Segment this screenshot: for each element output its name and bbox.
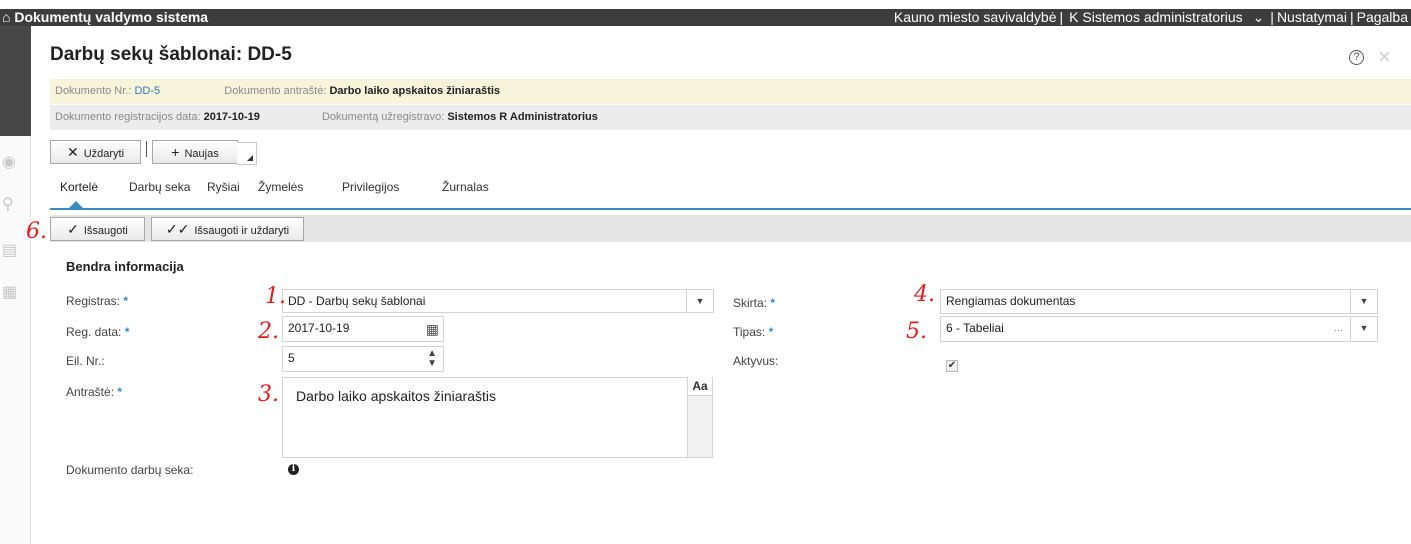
required-mark: * <box>768 325 774 339</box>
double-check-icon: ✓✓ <box>165 221 190 237</box>
save-button[interactable]: ✓ Išsaugoti <box>50 217 145 241</box>
tab-zymeles[interactable]: Žymelės <box>258 180 303 208</box>
registered-by-label: Dokumentą užregistravo: <box>321 111 445 123</box>
required-mark: * <box>124 325 130 339</box>
section-title: Bendra informacija <box>66 259 184 274</box>
help-icon[interactable]: ? <box>1349 50 1364 65</box>
document-icon[interactable]: ▤ <box>2 240 17 260</box>
skirta-label: Skirta: * <box>733 296 776 310</box>
registered-by-value: Sistemos R Administratorius <box>447 111 598 123</box>
tipas-label: Tipas: * <box>733 325 774 339</box>
tab-darbu-seka[interactable]: Darbų seka <box>129 180 190 208</box>
new-button[interactable]: + Naujas <box>152 140 238 164</box>
left-rail: ◉ ⚲ ▤ ▦ <box>0 26 31 544</box>
tab-bar: Kortelė Darbų seka Ryšiai Žymelės Privil… <box>50 180 1411 210</box>
antraste-textarea[interactable]: Darbo laiko apskaitos žiniaraštis <box>282 377 713 458</box>
required-mark: * <box>770 296 776 310</box>
antraste-value: Darbo laiko apskaitos žiniaraštis <box>296 388 496 404</box>
reg-date-input-value: 2017-10-19 <box>288 321 350 335</box>
top-bar-menu: Kauno miesto savivaldybė | K Sistemos admi… <box>891 9 1411 26</box>
tab-underline <box>50 208 1411 210</box>
tab-zurnalas[interactable]: Žurnalas <box>442 180 489 208</box>
reg-data-label: Reg. data: * <box>66 325 130 339</box>
save-and-close-label: Išsaugoti ir uždaryti <box>194 225 290 237</box>
text-format-panel: Aa <box>687 377 712 457</box>
annotation-5: 5. <box>906 319 927 344</box>
tipas-lookup-button[interactable]: ... <box>1334 317 1343 339</box>
tipas-select[interactable]: 6 - Tabeliai ... ▼ <box>940 316 1378 342</box>
close-x-icon: ✕ <box>66 144 79 160</box>
chevron-down-icon[interactable]: ▼ <box>686 290 713 312</box>
toolbar-separator <box>146 141 147 157</box>
top-bar: ⌂ Dokumentų valdymo sistema Kauno miesto… <box>0 9 1411 26</box>
eil-nr-value: 5 <box>288 351 295 365</box>
dashboard-icon[interactable]: ◉ <box>2 152 16 172</box>
report-icon[interactable]: ▦ <box>2 282 17 302</box>
new-dropdown-toggle[interactable] <box>237 142 257 165</box>
check-icon: ✓ <box>67 221 79 237</box>
spinner-icon[interactable]: ▲ ▼ <box>427 347 437 369</box>
home-icon: ⌂ <box>2 9 11 25</box>
registras-value: DD - Darbų sekų šablonai <box>288 294 426 308</box>
antraste-label: Antraštė: * <box>66 385 123 399</box>
app-brand[interactable]: ⌂ Dokumentų valdymo sistema <box>2 9 208 26</box>
tab-rysiai[interactable]: Ryšiai <box>207 180 240 208</box>
tab-privilegijos[interactable]: Privilegijos <box>342 180 399 208</box>
doc-heading-value: Darbo laiko apskaitos žiniaraštis <box>329 85 501 97</box>
annotation-1: 1. <box>265 284 286 309</box>
new-button-label: Naujas <box>184 148 219 160</box>
skirta-select[interactable]: Rengiamas dokumentas ▼ <box>940 289 1378 314</box>
tipas-value: 6 - Tabeliai <box>946 321 1004 335</box>
save-and-close-button[interactable]: ✓✓ Išsaugoti ir uždaryti <box>151 217 304 241</box>
registras-select[interactable]: DD - Darbų sekų šablonai ▼ <box>282 289 714 313</box>
annotation-2: 2. <box>258 319 279 344</box>
search-icon[interactable]: ⚲ <box>2 194 14 214</box>
help-link[interactable]: Pagalba <box>1354 9 1411 25</box>
annotation-4: 4. <box>914 282 935 307</box>
user-menu[interactable]: K Sistemos administratorius ⌄ <box>1063 9 1270 25</box>
reg-date-value: 2017-10-19 <box>203 111 260 123</box>
calendar-icon[interactable]: ▦ <box>426 318 439 340</box>
doc-number-link[interactable]: DD-5 <box>134 85 160 97</box>
required-mark: * <box>117 385 123 399</box>
skirta-value: Rengiamas dokumentas <box>946 294 1076 308</box>
annotation-3: 3. <box>258 382 279 407</box>
registration-info-bar: Dokumento registracijos data: 2017-10-19… <box>50 105 1411 130</box>
reg-date-label: Dokumento registracijos data: <box>55 111 201 123</box>
close-icon[interactable]: × <box>1378 44 1391 70</box>
aktyvus-label: Aktyvus: <box>733 354 779 368</box>
registras-label: Registras: * <box>66 294 129 308</box>
info-icon[interactable]: i <box>288 464 299 475</box>
close-button[interactable]: ✕ Uždaryti <box>50 140 141 164</box>
eil-nr-label: Eil. Nr.: <box>66 354 105 368</box>
app-title: Dokumentų valdymo sistema <box>14 9 209 25</box>
chevron-down-icon[interactable]: ▼ <box>1350 290 1377 313</box>
plus-icon: + <box>171 144 180 160</box>
aktyvus-checkbox[interactable]: ✔ <box>946 360 958 372</box>
org-name[interactable]: Kauno miesto savivaldybė <box>891 9 1060 25</box>
darbu-seka-label: Dokumento darbų seka: <box>66 463 194 477</box>
close-button-label: Uždaryti <box>83 148 125 160</box>
settings-link[interactable]: Nustatymai <box>1274 9 1350 25</box>
user-name: K Sistemos administratorius <box>1069 9 1243 25</box>
required-mark: * <box>123 294 129 308</box>
page-title: Darbų sekų šablonai: DD-5 <box>50 44 292 65</box>
left-rail-header <box>0 26 31 136</box>
chevron-down-icon: ⌄ <box>1252 9 1265 25</box>
active-tab-indicator <box>69 201 83 208</box>
chevron-down-icon[interactable]: ▼ <box>1350 317 1377 341</box>
save-button-label: Išsaugoti <box>83 225 128 237</box>
reg-date-input[interactable]: 2017-10-19 ▦ <box>282 316 444 342</box>
doc-heading-label: Dokumento antraštė: <box>224 85 327 97</box>
annotation-6: 6. <box>26 219 47 244</box>
eil-nr-stepper[interactable]: 5 ▲ ▼ <box>282 346 444 372</box>
doc-number-label: Dokumento Nr.: <box>55 85 132 97</box>
document-info-bar: Dokumento Nr.: DD-5 Dokumento antraštė: … <box>50 79 1411 104</box>
text-format-button[interactable]: Aa <box>688 377 712 396</box>
